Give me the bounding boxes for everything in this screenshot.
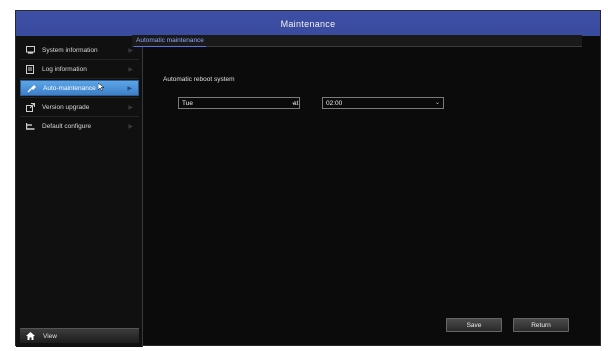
home-icon [26,332,35,340]
return-button[interactable]: Return [513,318,569,332]
chevron-right-icon: ▶ [128,47,133,54]
chevron-right-icon: ▶ [127,85,132,92]
upgrade-icon [24,102,36,112]
wrench-icon [25,84,37,93]
time-select-value: 02:00 [326,99,343,107]
sidebar-item-system-information[interactable]: System information ▶ [20,42,139,58]
sidebar-item-label: System information [42,46,98,54]
tab-automatic-maintenance[interactable]: Automatic maintenance [134,35,206,47]
chevron-right-icon: ▶ [128,123,133,130]
divider [20,78,139,79]
divider [20,116,139,117]
cursor-icon [97,82,105,93]
return-button-label: Return [531,321,551,329]
reset-icon [24,122,36,130]
day-select[interactable]: Tue ⌄ [178,97,300,109]
chevron-right-icon: ▶ [128,104,133,111]
day-select-value: Tue [182,99,193,107]
window-title-bar: Maintenance [16,11,600,36]
chevron-down-icon: ⌄ [434,100,440,106]
divider [20,97,139,98]
sidebar-item-default-configure[interactable]: Default configure ▶ [20,118,139,134]
sidebar-item-auto-maintenance[interactable]: Auto-maintenance ▶ [20,80,139,96]
at-label: at [293,100,299,107]
sidebar-item-label: Auto-maintenance [43,84,96,92]
sidebar-item-label: Version upgrade [42,103,90,111]
divider [20,59,139,60]
sidebar-item-label: Default configure [42,122,92,130]
sidebar-item-log-information[interactable]: Log information ▶ [20,61,139,77]
save-button-label: Save [466,321,482,329]
time-select[interactable]: 02:00 ⌄ [322,97,444,109]
reboot-label: Automatic reboot system [163,76,235,83]
tab-bar: Automatic maintenance [132,35,582,47]
sidebar-item-version-upgrade[interactable]: Version upgrade ▶ [20,99,139,115]
tab-label: Automatic maintenance [136,37,204,44]
maintenance-window: Maintenance System information ▶ Log inf… [15,10,601,347]
view-button-label: View [43,332,57,340]
view-button[interactable]: View [20,328,139,343]
sidebar: System information ▶ Log information ▶ A… [16,36,143,347]
window-title: Maintenance [280,18,336,29]
document-icon [24,64,36,74]
chevron-right-icon: ▶ [128,66,133,73]
sidebar-item-label: Log information [42,65,87,73]
save-button[interactable]: Save [446,318,502,332]
monitor-icon [24,46,36,54]
